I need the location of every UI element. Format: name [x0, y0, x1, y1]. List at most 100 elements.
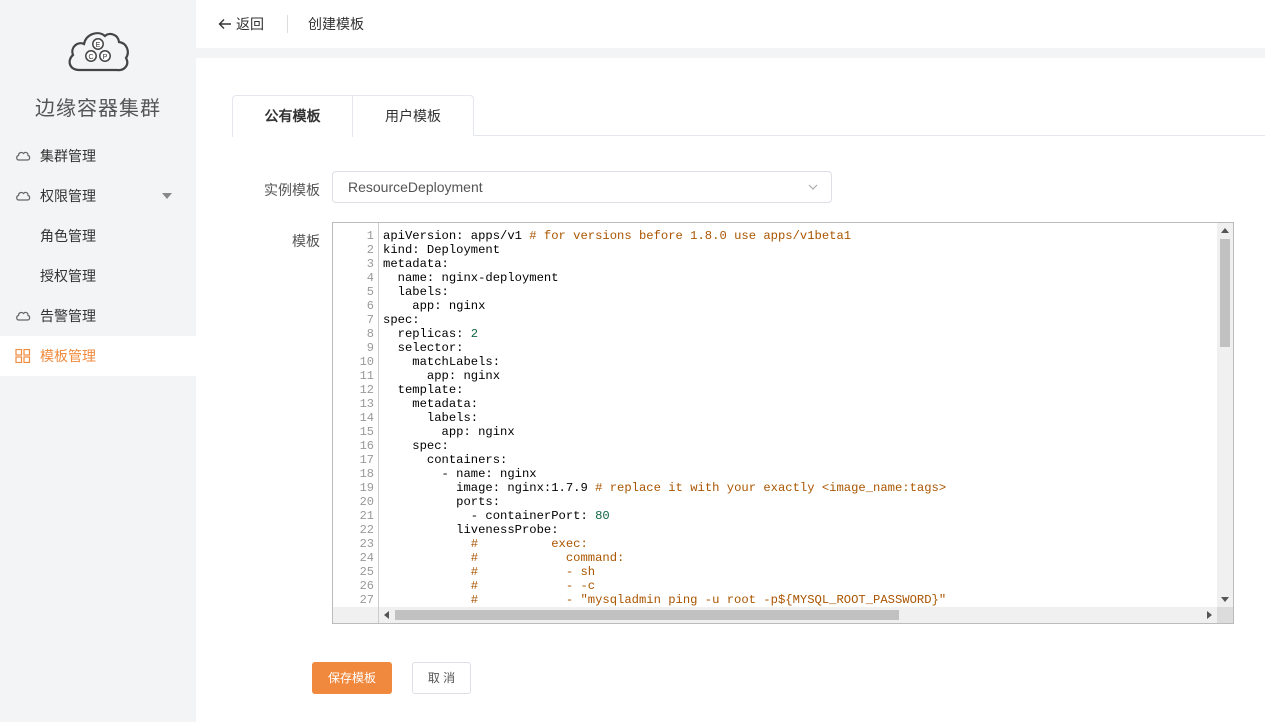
scroll-right-icon[interactable]: [1207, 611, 1212, 619]
code-line: apiVersion: apps/v1 # for versions befor…: [383, 229, 852, 243]
line-number: 8: [366, 327, 374, 341]
scroll-thumb[interactable]: [395, 610, 899, 620]
line-number: 11: [359, 369, 374, 383]
scroll-left-icon[interactable]: [384, 611, 389, 619]
scroll-up-icon[interactable]: [1221, 228, 1229, 233]
template-label: 模板: [292, 233, 320, 249]
line-number: 10: [359, 355, 374, 369]
line-number: 12: [359, 383, 374, 397]
horizontal-scrollbar[interactable]: [379, 607, 1217, 623]
sidebar-item-templates[interactable]: 模板管理: [0, 336, 196, 376]
code-line: livenessProbe:: [383, 523, 559, 537]
save-template-button[interactable]: 保存模板: [312, 662, 392, 694]
line-number: 19: [359, 481, 374, 495]
logo-letter: C: [88, 54, 93, 61]
code-line: # exec:: [383, 537, 588, 551]
scroll-down-icon[interactable]: [1221, 597, 1229, 602]
line-number: 21: [359, 509, 374, 523]
line-number: 13: [359, 397, 374, 411]
code-line: metadata:: [383, 257, 449, 271]
code-line: matchLabels:: [383, 355, 501, 369]
chevron-down-icon: [808, 184, 818, 190]
cloud-icon: [16, 191, 31, 201]
grid-icon: [15, 349, 31, 363]
line-number: 23: [359, 537, 374, 551]
code-line: # - sh: [383, 565, 596, 579]
sidebar-item-cluster[interactable]: 集群管理: [0, 136, 196, 176]
code-line: selector:: [383, 341, 464, 355]
line-number: 15: [359, 425, 374, 439]
instance-template-select[interactable]: ResourceDeployment: [332, 171, 832, 203]
code-line: replicas: 2: [383, 327, 479, 341]
line-numbers: 1 2 3 4 5 6 7 8 9 10 11 12 13 14 15 16 17 18 19 20 21 22 23 24 2…: [333, 229, 377, 621]
line-number: 2: [366, 243, 374, 257]
arrow-left-icon: [218, 19, 231, 29]
line-number: 17: [359, 453, 374, 467]
line-number: 18: [359, 467, 374, 481]
code-line: # - "mysqladmin ping -u root -p${MYSQL_R…: [383, 593, 947, 607]
code-line: name: nginx-deployment: [383, 271, 559, 285]
sidebar-item-label: 模板管理: [40, 348, 96, 364]
sidebar-subitem-roles[interactable]: 角色管理: [0, 216, 196, 256]
back-label: 返回: [236, 16, 264, 32]
template-tabs: 公有模板 用户模板: [232, 95, 1265, 137]
code-line: # - -c: [383, 579, 596, 593]
cloud-icon: [16, 311, 31, 321]
line-number-gutter: 1 2 3 4 5 6 7 8 9 10 11 12 13 14 15 16 17 18 19 20 21 22 23 24 2…: [333, 223, 379, 621]
logo: E C P: [0, 28, 196, 74]
logo-letter: E: [96, 42, 101, 49]
gutter-footer: [333, 607, 379, 623]
line-number: 27: [359, 593, 374, 607]
code-line: template:: [383, 383, 464, 397]
back-button[interactable]: 返回: [218, 15, 264, 33]
sidebar-subitem-authorization[interactable]: 授权管理: [0, 256, 196, 296]
line-number: 24: [359, 551, 374, 565]
code-area[interactable]: apiVersion: apps/v1 # for versions befor…: [383, 229, 1215, 613]
code-line: kind: Deployment: [383, 243, 501, 257]
code-line: image: nginx:1.7.9 # replace it with you…: [383, 481, 947, 495]
code-editor[interactable]: 1 2 3 4 5 6 7 8 9 10 11 12 13 14 15 16 17 18 19 20 21 22 23 24 2…: [332, 222, 1234, 624]
tab-user-templates[interactable]: 用户模板: [352, 95, 474, 136]
sidebar-item-label: 权限管理: [40, 188, 96, 204]
cloud-icon: [16, 151, 31, 161]
code-line: spec:: [383, 439, 449, 453]
instance-template-label: 实例模板: [264, 182, 320, 198]
line-number: 16: [359, 439, 374, 453]
sidebar-item-alerts[interactable]: 告警管理: [0, 296, 196, 336]
cancel-button[interactable]: 取 消: [412, 662, 471, 694]
sidebar-item-permission[interactable]: 权限管理: [0, 176, 196, 216]
code-line: labels:: [383, 411, 479, 425]
code-line: spec:: [383, 313, 420, 327]
code-line: - containerPort: 80: [383, 509, 610, 523]
page-title: 创建模板: [308, 16, 364, 32]
sidebar-item-label: 告警管理: [40, 308, 96, 324]
code-line: app: nginx: [383, 425, 515, 439]
caret-down-icon: [162, 193, 172, 199]
vertical-scrollbar[interactable]: [1217, 223, 1233, 607]
line-number: 22: [359, 523, 374, 537]
line-number: 7: [366, 313, 374, 327]
header-divider-band: [196, 48, 1265, 58]
line-number: 4: [366, 271, 374, 285]
scrollbar-corner: [1217, 607, 1233, 623]
brand-title: 边缘容器集群: [35, 98, 161, 120]
code-line: - name: nginx: [383, 467, 537, 481]
top-bar: 返回 创建模板: [196, 0, 1265, 48]
code-line: app: nginx: [383, 299, 486, 313]
sidebar-item-label: 集群管理: [40, 148, 96, 164]
line-number: 20: [359, 495, 374, 509]
line-number: 9: [366, 341, 374, 355]
tab-public-templates[interactable]: 公有模板: [232, 95, 353, 137]
line-number: 5: [366, 285, 374, 299]
code-line: ports:: [383, 495, 501, 509]
sidebar: E C P 边缘容器集群 集群管理 权限管理 角色管理 授权管理 告警管理 模板…: [0, 0, 196, 722]
scroll-thumb[interactable]: [1220, 239, 1230, 347]
select-value: ResourceDeployment: [348, 179, 483, 195]
cloud-logo-icon: E C P: [68, 32, 129, 72]
line-number: 3: [366, 257, 374, 271]
code-line: app: nginx: [383, 369, 501, 383]
line-number: 26: [359, 579, 374, 593]
logo-letter: P: [103, 54, 108, 61]
code-line: # command:: [383, 551, 625, 565]
header-divider: [287, 15, 288, 33]
